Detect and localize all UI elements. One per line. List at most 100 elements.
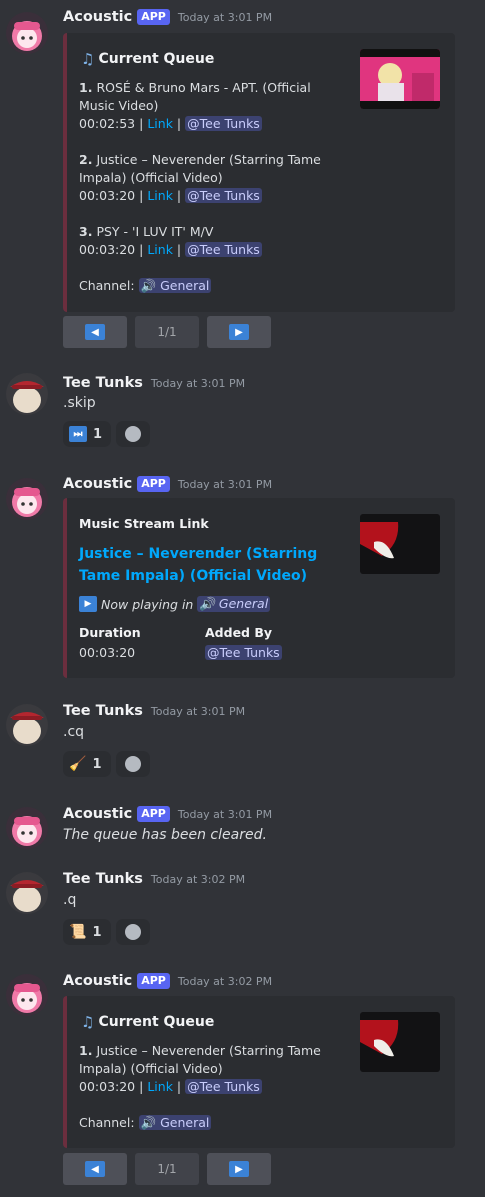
track-number: 2. (79, 152, 93, 167)
app-badge: APP (137, 476, 170, 492)
track-title: Justice – Neverender (Starring Tame Impa… (79, 1043, 321, 1076)
avatar-acoustic[interactable] (6, 12, 48, 54)
track-duration: 00:03:20 (79, 188, 136, 203)
page-indicator-label: 1/1 (157, 1162, 177, 1176)
add-reaction-icon (125, 756, 141, 772)
message-text: .q (63, 892, 77, 908)
avatar-tee-tunks[interactable] (6, 872, 48, 914)
timestamp[interactable]: Today at 3:01 PM (178, 808, 272, 821)
speaker-icon: 🔊 (199, 596, 215, 611)
add-reaction-icon (125, 426, 141, 442)
channel-mention[interactable]: 🔊 General (138, 278, 212, 293)
username[interactable]: Acoustic (63, 476, 132, 492)
add-reaction-icon (125, 924, 141, 940)
added-by-value: @Tee Tunks (205, 645, 282, 660)
user-mention[interactable]: @Tee Tunks (185, 116, 262, 131)
channel-name: General (160, 278, 210, 293)
track-link[interactable]: Link (147, 242, 173, 257)
embed-header: Music Stream Link (79, 516, 209, 531)
separator: | (139, 242, 144, 257)
page-indicator: 1/1 (135, 1153, 199, 1185)
track-link[interactable]: Link (147, 116, 173, 131)
track-number: 3. (79, 224, 93, 239)
video-thumbnail[interactable] (360, 514, 440, 574)
prev-page-button[interactable]: ◀ (63, 1153, 127, 1185)
reaction-count: 1 (93, 426, 103, 442)
avatar-acoustic[interactable] (6, 807, 48, 849)
timestamp[interactable]: Today at 3:02 PM (151, 873, 245, 886)
track-duration: 00:02:53 (79, 116, 136, 131)
queue-embed: ♫ Current Queue 1. Justice – Neverender … (63, 996, 455, 1148)
prev-page-button[interactable]: ◀ (63, 316, 127, 348)
video-thumbnail[interactable] (360, 49, 440, 109)
app-badge: APP (137, 973, 170, 989)
queue-track: 1. ROSÉ & Bruno Mars - APT. (Official Mu… (79, 79, 349, 115)
channel-label: Channel: (79, 278, 135, 293)
app-badge: APP (137, 806, 170, 822)
timestamp[interactable]: Today at 3:01 PM (151, 705, 245, 718)
next-page-button[interactable]: ▶ (207, 1153, 271, 1185)
avatar-tee-tunks[interactable] (6, 704, 48, 746)
queue-track: 1. Justice – Neverender (Starring Tame I… (79, 1042, 349, 1078)
timestamp[interactable]: Today at 3:01 PM (178, 478, 272, 491)
speaker-icon: 🔊 (140, 1115, 157, 1130)
username[interactable]: Acoustic (63, 9, 132, 25)
embed-title-link[interactable]: Justice – Neverender (Starring Tame Impa… (79, 543, 349, 587)
timestamp[interactable]: Today at 3:01 PM (178, 11, 272, 24)
duration-label: Duration (79, 625, 141, 640)
reaction-scroll[interactable]: 📜 1 (63, 919, 111, 945)
message-text: .cq (63, 724, 85, 740)
username[interactable]: Tee Tunks (63, 375, 143, 391)
track-title: Justice – Neverender (Starring Tame Impa… (79, 152, 321, 185)
track-duration: 00:03:20 (79, 1079, 136, 1094)
add-reaction-button[interactable] (116, 919, 150, 945)
arrow-right-icon: ▶ (229, 324, 249, 340)
username[interactable]: Tee Tunks (63, 871, 143, 887)
channel-name: General (160, 1115, 210, 1130)
track-duration: 00:03:20 (79, 242, 136, 257)
play-icon: ▶ (79, 596, 97, 612)
user-mention[interactable]: @Tee Tunks (185, 1079, 262, 1094)
arrow-right-icon: ▶ (229, 1161, 249, 1177)
arrow-left-icon: ◀ (85, 1161, 105, 1177)
fast-forward-icon: ⏭ (69, 426, 87, 442)
track-link[interactable]: Link (147, 1079, 173, 1094)
add-reaction-button[interactable] (116, 751, 150, 777)
queue-embed: ♫ Current Queue 1. ROSÉ & Bruno Mars - A… (63, 33, 455, 312)
track-number: 1. (79, 1043, 93, 1058)
track-number: 1. (79, 80, 93, 95)
avatar-tee-tunks[interactable] (6, 373, 48, 415)
user-mention[interactable]: @Tee Tunks (205, 645, 282, 660)
app-badge: APP (137, 9, 170, 25)
next-page-button[interactable]: ▶ (207, 316, 271, 348)
username[interactable]: Tee Tunks (63, 703, 143, 719)
track-title: PSY - 'I LUV IT' M/V (96, 224, 214, 239)
reaction-fast-forward[interactable]: ⏭ 1 (63, 421, 111, 447)
timestamp[interactable]: Today at 3:02 PM (178, 975, 272, 988)
now-playing-line: ▶ Now playing in 🔊 General (79, 596, 271, 612)
now-playing-text: Now playing in (101, 596, 194, 612)
user-mention[interactable]: @Tee Tunks (185, 242, 262, 257)
timestamp[interactable]: Today at 3:01 PM (151, 377, 245, 390)
separator: | (176, 242, 182, 257)
user-mention[interactable]: @Tee Tunks (185, 188, 262, 203)
username[interactable]: Acoustic (63, 973, 132, 989)
page-indicator: 1/1 (135, 316, 199, 348)
channel-mention[interactable]: 🔊 General (197, 596, 271, 612)
scroll-icon: 📜 (69, 924, 87, 940)
avatar-acoustic[interactable] (6, 974, 48, 1016)
channel-name: General (218, 596, 269, 611)
channel-mention[interactable]: 🔊 General (138, 1115, 212, 1130)
reaction-broom[interactable]: 🧹 1 (63, 751, 111, 777)
video-thumbnail[interactable] (360, 1012, 440, 1072)
username[interactable]: Acoustic (63, 806, 132, 822)
channel-label: Channel: (79, 1115, 135, 1130)
added-by-label: Added By (205, 625, 273, 640)
add-reaction-button[interactable] (116, 421, 150, 447)
track-link[interactable]: Link (147, 188, 173, 203)
queue-track: 2. Justice – Neverender (Starring Tame I… (79, 151, 349, 187)
separator: | (139, 116, 144, 131)
avatar-acoustic[interactable] (6, 478, 48, 520)
page-indicator-label: 1/1 (157, 325, 177, 339)
reaction-count: 1 (92, 756, 102, 772)
